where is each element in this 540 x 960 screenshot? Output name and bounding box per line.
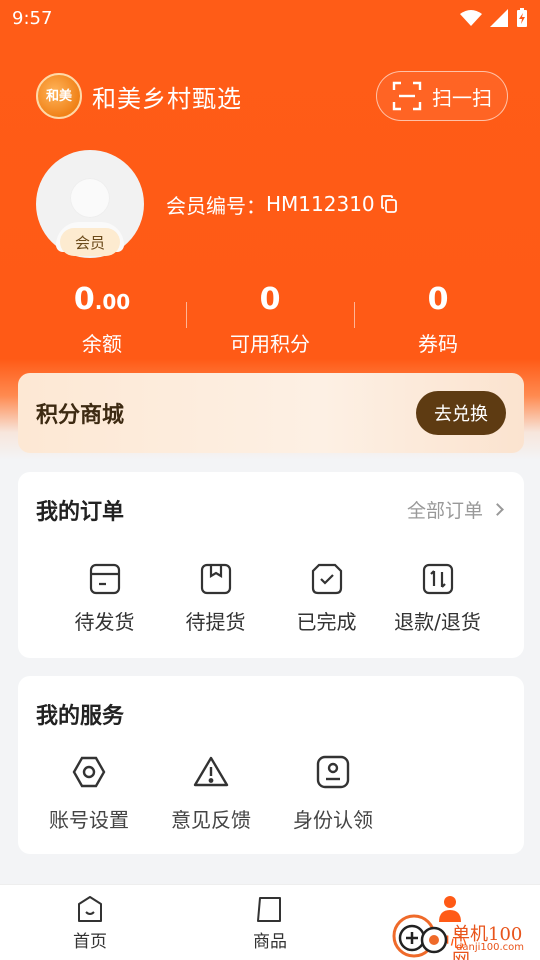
- avatar[interactable]: 会员: [36, 150, 144, 258]
- all-orders-link[interactable]: 全部订单: [407, 496, 504, 523]
- order-label: 已完成: [296, 610, 357, 634]
- points-mall-title: 积分商城: [36, 403, 125, 428]
- services-title: 我的服务: [36, 704, 125, 729]
- nav-label: 商品: [253, 932, 287, 952]
- app-logo: 和美: [36, 73, 82, 119]
- order-pending-pickup[interactable]: 待提货: [160, 562, 271, 635]
- service-identity-claim[interactable]: 身份认领: [272, 754, 394, 833]
- nav-label: 首页: [73, 932, 107, 952]
- stat-balance[interactable]: 0.00 余额: [18, 280, 186, 360]
- top-header: 和美 和美乡村甄选 扫一扫: [36, 70, 508, 122]
- watermark-logo-icon: [392, 914, 448, 958]
- service-label: 意见反馈: [171, 808, 251, 832]
- order-pending-shipment[interactable]: 待发货: [49, 562, 160, 635]
- profile-section: 会员 会员编号： HM112310: [36, 150, 397, 258]
- member-badge: 会员: [60, 228, 120, 256]
- order-label: 待发货: [74, 610, 135, 634]
- warning-icon: [193, 756, 229, 787]
- orders-title: 我的订单: [36, 500, 125, 525]
- avatar-head: [70, 178, 110, 218]
- check-shield-icon: [311, 563, 342, 595]
- services-grid: 账号设置 意见反馈 身份认领: [18, 754, 394, 833]
- refund-icon: [422, 563, 453, 595]
- status-bar: 9:57: [0, 0, 540, 36]
- copy-icon[interactable]: [380, 195, 397, 213]
- services-card: 我的服务 账号设置 意见反馈 身份认领: [18, 676, 524, 854]
- stat-label: 余额: [82, 332, 122, 356]
- scan-label: 扫一扫: [432, 85, 492, 110]
- chevron-right-icon: [491, 503, 504, 516]
- orders-grid: 待发货 待提货 已完成 退款/退货: [18, 562, 524, 635]
- signal-icon: [490, 9, 508, 27]
- service-feedback[interactable]: 意见反馈: [150, 754, 272, 833]
- status-time: 9:57: [12, 7, 53, 29]
- stat-label: 可用积分: [230, 332, 310, 356]
- nav-goods[interactable]: 商品: [180, 885, 360, 960]
- points-mall-card[interactable]: 积分商城 去兑换: [18, 373, 524, 453]
- watermark-sub: danji100.com: [456, 942, 524, 953]
- order-refund[interactable]: 退款/退货: [382, 562, 493, 635]
- watermark-text: 单机100网: [452, 924, 523, 960]
- battery-icon: [517, 8, 527, 27]
- scan-icon: [392, 81, 422, 111]
- box-icon: [89, 563, 120, 595]
- stat-coupons[interactable]: 0 券码: [354, 280, 522, 360]
- service-account-settings[interactable]: 账号设置: [28, 754, 150, 833]
- settings-hex-icon: [72, 756, 106, 788]
- stats-row: 0.00 余额 0 可用积分 0 券码: [18, 280, 522, 360]
- stat-points[interactable]: 0 可用积分: [186, 280, 354, 360]
- stat-value: 0: [259, 282, 281, 317]
- id-card-icon: [316, 755, 350, 789]
- orders-card: 我的订单 全部订单 待发货 待提货 已完成 退款/退货: [18, 472, 524, 658]
- nav-home[interactable]: 首页: [0, 885, 180, 960]
- order-completed[interactable]: 已完成: [271, 562, 382, 635]
- service-label: 账号设置: [49, 808, 129, 832]
- service-label: 身份认领: [293, 808, 373, 832]
- goods-icon: [257, 897, 281, 922]
- member-id-label: 会员编号：: [166, 193, 266, 218]
- order-label: 待提货: [185, 610, 246, 634]
- member-id-value: HM112310: [266, 192, 375, 216]
- scan-button[interactable]: 扫一扫: [376, 71, 508, 121]
- watermark: 单机100网 danji100.com: [390, 900, 540, 960]
- stat-value: 0: [427, 282, 449, 317]
- app-title: 和美乡村甄选: [92, 84, 242, 113]
- stat-value: 0.00: [73, 282, 131, 317]
- member-id-row: 会员编号： HM112310: [166, 190, 397, 219]
- brand: 和美 和美乡村甄选: [36, 73, 242, 119]
- wifi-icon: [460, 10, 482, 26]
- redeem-button[interactable]: 去兑换: [416, 391, 506, 435]
- package-icon: [200, 563, 231, 595]
- order-label: 退款/退货: [394, 610, 481, 634]
- home-icon: [78, 896, 102, 922]
- stat-label: 券码: [418, 332, 458, 356]
